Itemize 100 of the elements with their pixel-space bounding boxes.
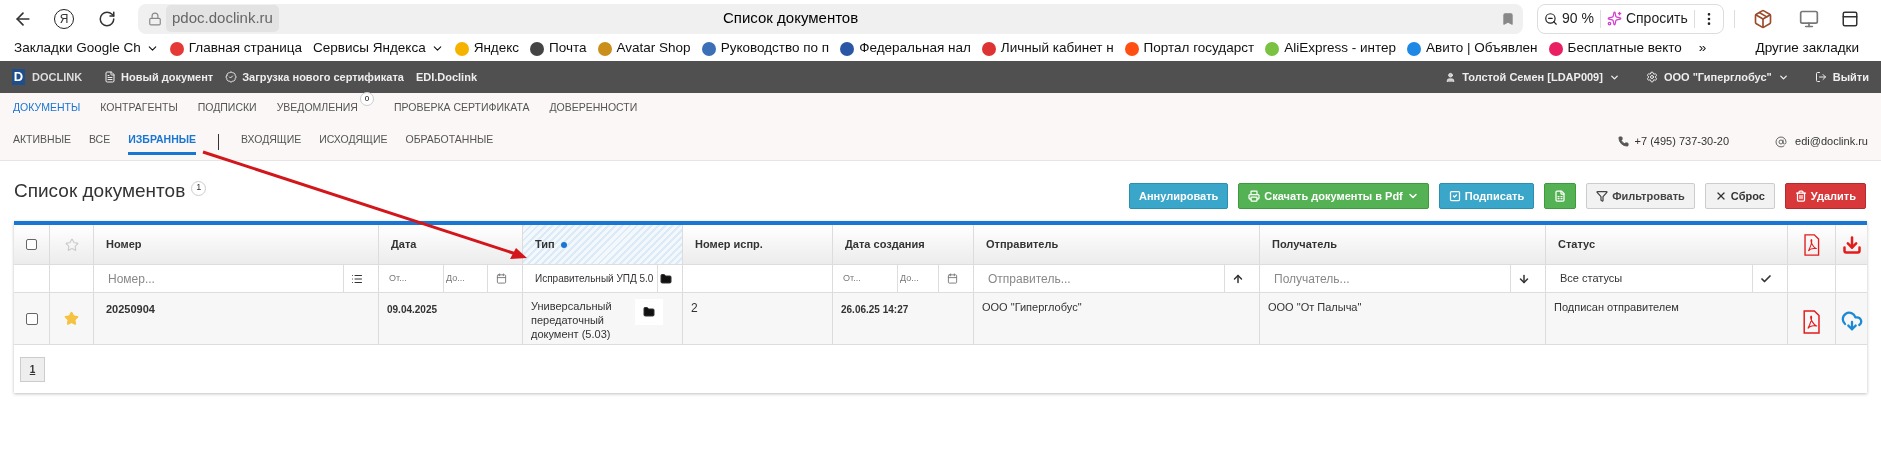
table-cell: ООО "Гиперглобус" <box>982 301 1082 313</box>
table-cell: 09.04.2025 <box>387 304 438 315</box>
date-to-field[interactable]: До... <box>444 265 488 292</box>
table-cell: 2 <box>691 301 698 315</box>
header-link[interactable]: Новый документ <box>104 68 214 86</box>
nav-tab[interactable]: ДОКУМЕНТЫ <box>13 100 81 116</box>
row-checkbox[interactable] <box>25 312 38 325</box>
column-header[interactable]: Статус <box>1546 225 1788 264</box>
bookmark-item[interactable]: Личный кабинет н <box>981 38 1114 59</box>
email-icon <box>1775 135 1788 148</box>
bookmark-item[interactable]: Яндекс <box>454 38 520 59</box>
header-link[interactable]: Загрузка нового сертификата <box>225 68 404 86</box>
filter-tab[interactable]: ИЗБРАННЫЕ <box>128 128 196 155</box>
bookmark-item[interactable]: Руководство по п <box>701 38 830 59</box>
filter-tab[interactable]: ВСЕ <box>88 128 111 155</box>
user-menu[interactable]: Толстой Семен [LDAP009] <box>1445 68 1620 86</box>
more-bookmarks-button[interactable]: » <box>1698 38 1707 59</box>
table-cell: ООО "От Палыча" <box>1268 301 1362 313</box>
document-icon <box>104 71 117 83</box>
reload-icon[interactable] <box>98 9 116 28</box>
bookmark-item[interactable]: Закладки Google Ch <box>14 38 159 59</box>
zoom-button[interactable]: 90 % <box>1544 8 1594 29</box>
organization-menu[interactable]: ООО "Гиперглобус" <box>1645 68 1789 86</box>
extension-icon[interactable] <box>1752 8 1773 29</box>
list-icon[interactable] <box>351 272 363 285</box>
ask-button[interactable]: Спросить <box>1606 8 1688 29</box>
nav-tab[interactable]: ПРОВЕРКА СЕРТИФИКАТА <box>393 100 530 116</box>
filter-tab[interactable]: ОБРАБОТАННЫЕ <box>405 128 494 155</box>
type-filter-field[interactable]: Исправительный УПД 5.0 <box>531 265 659 292</box>
nav-tab[interactable]: КОНТРАГЕНТЫ <box>100 100 178 116</box>
date-to-field[interactable]: До... <box>898 265 939 292</box>
bookmark-item[interactable]: AliExpress - интер <box>1265 38 1396 59</box>
folder-icon <box>643 306 655 318</box>
column-header[interactable]: Отправитель <box>974 225 1260 264</box>
nav-tab[interactable]: ПОДПИСКИ <box>197 100 257 116</box>
bookmark-item[interactable]: Почта <box>530 38 587 59</box>
nav-tab[interactable]: УВЕДОМЛЕНИЯ <box>276 100 358 116</box>
nav-tab[interactable]: ДОВЕРЕННОСТИ <box>549 100 638 116</box>
select-all-checkbox[interactable] <box>26 239 37 250</box>
notification-badge: 0 <box>359 92 374 107</box>
date-from-field[interactable]: От... <box>387 265 444 292</box>
filter-button[interactable]: Фильтровать <box>1586 183 1695 209</box>
sender-filter-field[interactable]: Отправитель... <box>982 265 1225 292</box>
spreadsheet-icon <box>1554 190 1567 202</box>
star-icon[interactable] <box>64 237 79 252</box>
pdf-icon[interactable] <box>1801 309 1822 334</box>
bookmark-item[interactable]: Бесплатные векто <box>1548 38 1682 59</box>
folder-button[interactable] <box>635 299 663 325</box>
table-cell: 20250904 <box>106 303 155 315</box>
arrow-down-icon[interactable] <box>1518 272 1530 285</box>
bookmark-item[interactable]: Авито | Объявлен <box>1407 38 1538 59</box>
table-cell-text: Универсальный передаточный документ (5.03) <box>531 299 613 342</box>
bookmark-item[interactable]: Сервисы Яндекса <box>313 38 444 59</box>
phone-contact: +7 (495) 737-30-20 <box>1617 133 1730 150</box>
display-icon[interactable] <box>1798 8 1819 29</box>
logout-icon <box>1814 71 1827 83</box>
table-cell: 26.06.25 14:27 <box>841 304 909 315</box>
logo-text[interactable]: DOCLINK <box>32 68 83 86</box>
logout-link[interactable]: Выйти <box>1814 68 1869 86</box>
bookmark-item[interactable]: Avatar Shop <box>597 38 691 59</box>
cloud-download-icon[interactable] <box>1840 309 1863 332</box>
folder-icon[interactable] <box>660 272 673 285</box>
number-filter-field[interactable]: Номер... <box>102 265 344 292</box>
column-header[interactable]: Получатель <box>1260 225 1546 264</box>
column-header[interactable]: Тип <box>523 225 683 264</box>
excel-button[interactable] <box>1544 183 1577 209</box>
filter-tab[interactable]: ИСХОДЯЩИЕ <box>319 128 388 155</box>
header-link[interactable]: EDI.Doclink <box>415 68 477 86</box>
star-icon[interactable] <box>64 311 79 326</box>
user-icon <box>1445 71 1457 83</box>
table-cell: Подписан отправителем <box>1554 301 1679 313</box>
url-text: pdoc.doclink.ru <box>166 5 279 32</box>
printer-icon <box>1248 190 1261 202</box>
download-icon[interactable] <box>1841 234 1862 255</box>
gear-icon <box>1645 71 1658 83</box>
status-filter-field[interactable]: Все статусы <box>1554 265 1753 292</box>
receiver-filter-field[interactable]: Получатель... <box>1268 265 1511 292</box>
date-from-field[interactable]: От... <box>841 265 898 292</box>
bookmark-item[interactable]: Федеральная нал <box>840 38 971 59</box>
panel-icon[interactable] <box>1840 9 1859 28</box>
lock-icon <box>148 11 162 26</box>
bookmark-item[interactable]: Главная страница <box>169 38 303 59</box>
address-bar[interactable]: pdoc.doclink.ru Список документов <box>138 3 1523 34</box>
zoom-icon <box>1544 11 1558 26</box>
column-header[interactable]: Номер испр. <box>683 225 833 264</box>
email-contact: edi@doclink.ru <box>1775 133 1868 150</box>
calendar-icon[interactable] <box>946 273 958 284</box>
check-icon[interactable] <box>1760 272 1772 285</box>
delete-button[interactable]: Удалить <box>1784 183 1866 209</box>
filter-tab[interactable]: АКТИВНЫЕ <box>13 128 71 155</box>
column-header[interactable]: Номер <box>94 225 379 264</box>
arrow-up-icon[interactable] <box>1232 272 1244 285</box>
bookmark-item[interactable]: Портал государст <box>1124 38 1255 59</box>
trash-icon <box>1794 190 1807 202</box>
pdf-icon[interactable] <box>1802 233 1821 256</box>
page-button[interactable]: 1 <box>20 356 45 382</box>
calendar-icon[interactable] <box>495 273 507 284</box>
reset-button[interactable]: Сброс <box>1704 183 1775 209</box>
column-header[interactable]: Дата создания <box>833 225 974 264</box>
filter-tab[interactable]: ВХОДЯЩИЕ <box>241 128 302 155</box>
